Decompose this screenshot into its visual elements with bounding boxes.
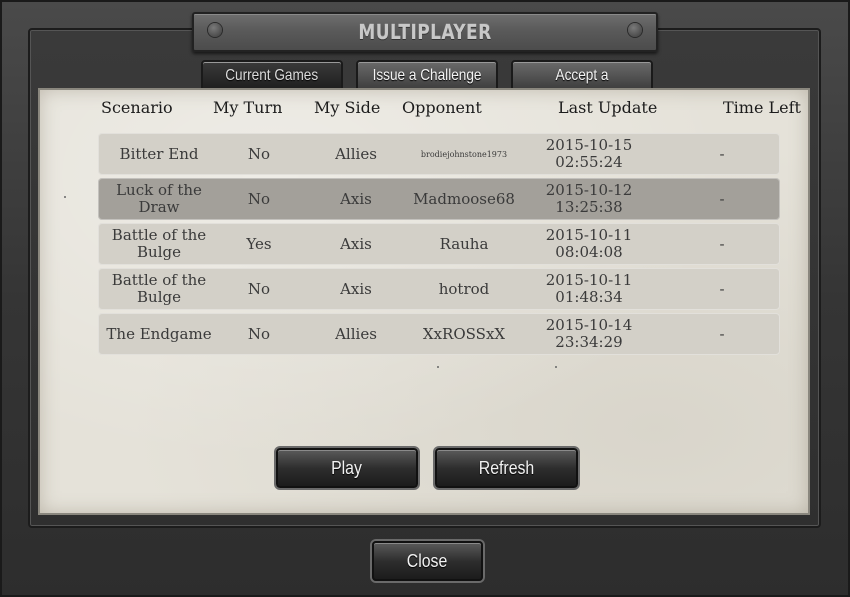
title-plate: MULTIPLAYER (192, 12, 658, 52)
table-row[interactable]: Battle of the Bulge No Axis hotrod 2015-… (98, 268, 780, 310)
column-header-opponent: Opponent (402, 98, 482, 117)
column-header-scenario: Scenario (101, 98, 173, 117)
play-button[interactable]: Play (276, 448, 418, 488)
rivet-icon (628, 23, 642, 37)
opponent-cell: Rauha (439, 234, 489, 253)
paper-speck (555, 366, 557, 368)
time-left-cell: - (719, 324, 725, 343)
last-update-cell: 2015-10-14 23:34:29 (545, 316, 633, 351)
time-left-cell: - (719, 279, 725, 298)
my-side-cell: Allies (335, 324, 377, 343)
time-left-cell: - (719, 234, 725, 253)
close-button[interactable]: Close (372, 541, 483, 581)
opponent-cell: Madmoose68 (413, 189, 515, 208)
column-header-last-update: Last Update (558, 98, 658, 117)
rivet-icon (208, 23, 222, 37)
table-row[interactable]: Bitter End No Allies brodiejohnstone1973… (98, 133, 780, 175)
last-update-cell: 2015-10-12 13:25:38 (545, 181, 633, 216)
scenario-cell: Bitter End (119, 144, 199, 163)
scenario-cell: The Endgame (106, 324, 212, 343)
my-side-cell: Axis (340, 234, 372, 253)
last-update-cell: 2015-10-11 08:04:08 (545, 226, 633, 261)
scenario-cell: Battle of the Bulge (111, 271, 207, 306)
paper-speck (64, 196, 66, 198)
last-update-cell: 2015-10-11 01:48:34 (545, 271, 633, 306)
opponent-cell: hotrod (438, 279, 490, 298)
column-header-my-turn: My Turn (213, 98, 283, 117)
table-row[interactable]: Battle of the Bulge Yes Axis Rauha 2015-… (98, 223, 780, 265)
my-turn-cell: No (247, 144, 271, 163)
table-row[interactable]: Luck of the Draw No Axis Madmoose68 2015… (98, 178, 780, 220)
column-header-time-left: Time Left (723, 98, 801, 117)
table-header: Scenario My Turn My Side Opponent Last U… (0, 98, 850, 120)
time-left-cell: - (719, 144, 725, 163)
column-header-my-side: My Side (314, 98, 381, 117)
time-left-cell: - (719, 189, 725, 208)
my-turn-cell: No (247, 324, 271, 343)
my-turn-cell: No (247, 189, 271, 208)
my-side-cell: Allies (335, 144, 377, 163)
my-turn-cell: No (247, 279, 271, 298)
table-row[interactable]: The Endgame No Allies XxROSSxX 2015-10-1… (98, 313, 780, 355)
opponent-cell: XxROSSxX (422, 324, 506, 343)
last-update-cell: 2015-10-15 02:55:24 (545, 136, 633, 171)
window-title: MULTIPLAYER (358, 20, 492, 44)
opponent-cell: brodiejohnstone1973 (420, 149, 508, 159)
my-side-cell: Axis (340, 279, 372, 298)
my-turn-cell: Yes (246, 234, 272, 253)
paper-speck (437, 366, 439, 368)
my-side-cell: Axis (340, 189, 372, 208)
scenario-cell: Battle of the Bulge (111, 226, 207, 261)
scenario-cell: Luck of the Draw (116, 181, 202, 216)
refresh-button[interactable]: Refresh (435, 448, 578, 488)
